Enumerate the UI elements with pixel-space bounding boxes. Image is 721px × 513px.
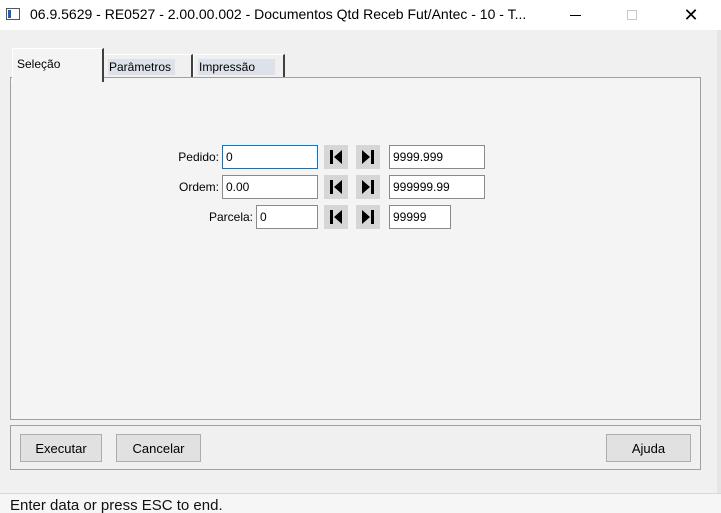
parcela-first-button[interactable] — [324, 205, 348, 229]
ordem-to-input[interactable]: 999999.99 — [389, 175, 485, 199]
selection-panel: Pedido: 0 9999.999 Ordem: 0.00 999999.99… — [10, 77, 701, 420]
minimize-button[interactable] — [552, 0, 598, 30]
window-edge — [717, 30, 721, 493]
pedido-first-button[interactable] — [324, 145, 348, 169]
client-area: Seleção Parâmetros Impressão Pedido: 0 9… — [0, 30, 721, 493]
window-title: 06.9.5629 - RE0527 - 2.00.00.002 - Docum… — [30, 6, 527, 22]
last-icon — [362, 150, 374, 164]
last-icon — [362, 210, 374, 224]
executar-button[interactable]: Executar — [20, 434, 102, 462]
pedido-to-input[interactable]: 9999.999 — [389, 145, 485, 169]
pedido-label: Pedido: — [178, 150, 219, 164]
cancelar-button[interactable]: Cancelar — [116, 434, 201, 462]
last-icon — [362, 180, 374, 194]
parcela-last-button[interactable] — [356, 205, 380, 229]
minimize-icon — [569, 14, 581, 16]
first-icon — [330, 150, 342, 164]
tab-label: Impressão — [198, 59, 275, 75]
tab-parametros[interactable]: Parâmetros — [103, 54, 193, 78]
status-bar: Enter data or press ESC to end. — [0, 493, 721, 513]
ordem-first-button[interactable] — [324, 175, 348, 199]
ordem-last-button[interactable] — [356, 175, 380, 199]
tab-impressao[interactable]: Impressão — [193, 54, 285, 78]
ordem-label: Ordem: — [178, 180, 219, 194]
first-icon — [330, 210, 342, 224]
parcela-from-input[interactable]: 0 — [256, 205, 318, 229]
close-button[interactable]: ✕ — [668, 0, 714, 30]
ordem-from-input[interactable]: 0.00 — [222, 175, 318, 199]
maximize-button[interactable] — [609, 0, 655, 30]
ajuda-button[interactable]: Ajuda — [606, 434, 691, 462]
tab-label: Seleção — [17, 57, 61, 71]
tab-selecao[interactable]: Seleção — [12, 48, 104, 82]
pedido-last-button[interactable] — [356, 145, 380, 169]
app-icon — [6, 8, 20, 20]
parcela-to-input[interactable]: 99999 — [389, 205, 451, 229]
tab-label: Parâmetros — [108, 59, 176, 75]
first-icon — [330, 180, 342, 194]
button-bar: Executar Cancelar Ajuda — [10, 425, 701, 470]
parcela-label: Parcela: — [208, 210, 253, 224]
title-bar: 06.9.5629 - RE0527 - 2.00.00.002 - Docum… — [0, 0, 721, 30]
pedido-from-input[interactable]: 0 — [222, 145, 318, 169]
close-icon: ✕ — [683, 4, 699, 25]
maximize-icon — [627, 10, 637, 20]
